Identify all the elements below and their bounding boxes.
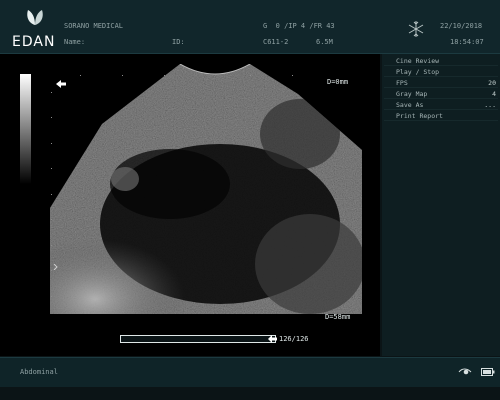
menu-label: Cine Review — [396, 57, 440, 65]
probe-icon[interactable] — [458, 367, 472, 376]
cine-review-menu: Cine Review Play / Stop FPS 20 Gray Map … — [382, 54, 500, 356]
leaf-logo-icon — [27, 10, 43, 25]
width-tick — [250, 75, 251, 76]
width-tick — [164, 75, 165, 76]
menu-value: 4 — [492, 90, 496, 98]
depth-tick — [51, 194, 52, 195]
ultrasound-image — [50, 64, 362, 314]
menu-save-as[interactable]: Save As ... — [384, 100, 498, 110]
menu-value: 20 — [488, 79, 496, 87]
depth-tick — [51, 143, 52, 144]
institution-name: SORANO MEDICAL — [64, 22, 124, 30]
menu-play-stop[interactable]: Play / Stop — [384, 67, 498, 77]
exam-date: 22/10/2018 — [440, 22, 483, 30]
exam-mode-label: Abdominal — [20, 368, 58, 376]
cine-progress-fill — [121, 336, 275, 342]
depth-top-label: D=0mm — [327, 78, 349, 86]
width-tick — [80, 75, 81, 76]
menu-label: FPS — [396, 79, 408, 87]
cine-position-arrow-icon[interactable] — [268, 335, 277, 343]
cine-frame-counter: 126/126 — [279, 335, 309, 343]
focus-marker-icon[interactable] — [53, 264, 59, 270]
depth-tick — [51, 245, 52, 246]
edan-logo: EDAN — [10, 8, 60, 50]
menu-cine-review[interactable]: Cine Review — [384, 56, 498, 66]
menu-fps[interactable]: FPS 20 — [384, 78, 498, 88]
exam-time: 18:54:07 — [450, 38, 484, 46]
cine-progress-bar[interactable] — [120, 335, 276, 343]
footer-bar: Abdominal — [0, 357, 500, 387]
menu-value: ... — [484, 101, 496, 109]
battery-icon — [481, 368, 495, 376]
depth-tick — [51, 168, 52, 169]
freeze-snowflake-icon[interactable] — [407, 20, 425, 42]
menu-label: Play / Stop — [396, 68, 440, 76]
menu-label: Print Report — [396, 112, 443, 120]
probe-model: C611-2 — [263, 38, 289, 46]
header-bar: EDAN SORANO MEDICAL Name: ID: G 0 /IP 4 … — [0, 0, 500, 54]
depth-tick — [51, 270, 52, 271]
patient-id-label: ID: — [172, 38, 185, 46]
depth-bottom-label: D=58mm — [325, 313, 351, 321]
menu-label: Gray Map — [396, 90, 428, 98]
imaging-params: G 0 /IP 4 /FR 43 — [263, 22, 335, 30]
depth-tick — [51, 219, 52, 220]
menu-label: Save As — [396, 101, 424, 109]
width-tick — [122, 75, 123, 76]
ultrasound-display: D=0mm D=58mm 126/126 — [0, 54, 380, 356]
depth-tick — [51, 92, 52, 93]
logo-text: EDAN — [12, 34, 56, 50]
grayscale-bar — [20, 74, 31, 184]
menu-gray-map[interactable]: Gray Map 4 — [384, 89, 498, 99]
patient-name-label: Name: — [64, 38, 86, 46]
depth-tick — [51, 117, 52, 118]
menu-print-report[interactable]: Print Report — [384, 111, 498, 121]
depth-tick — [51, 296, 52, 297]
probe-frequency: 6.5M — [316, 38, 333, 46]
width-tick — [292, 75, 293, 76]
